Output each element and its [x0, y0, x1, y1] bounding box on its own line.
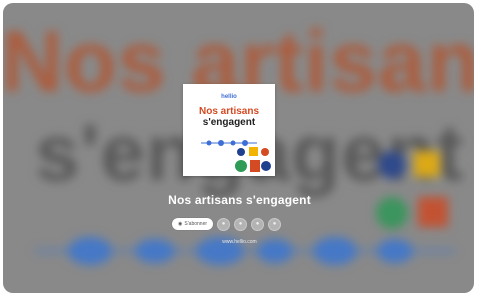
share-button-1[interactable]: ●	[217, 217, 231, 231]
player-controls: ◉ S'abonner ● ● ● ●	[172, 217, 282, 231]
share-icon: ●	[272, 221, 277, 227]
share-button-4[interactable]: ●	[268, 217, 282, 231]
cover-decoration	[235, 147, 271, 172]
share-button-2[interactable]: ●	[234, 217, 248, 231]
share-icon: ●	[221, 221, 226, 227]
share-button-3[interactable]: ●	[251, 217, 265, 231]
podcast-cover[interactable]: hellio Nos artisans s'engagent	[183, 84, 275, 176]
cover-title-line1: Nos artisans	[198, 106, 260, 117]
subscribe-label: S'abonner	[184, 221, 208, 227]
website-link[interactable]: www.hellio.com	[0, 239, 479, 245]
episode-title: Nos artisans s'engagent	[168, 193, 311, 207]
rss-icon: ◉	[178, 221, 183, 227]
cover-title-line2: s'engagent	[202, 117, 256, 128]
share-icon: ●	[255, 221, 260, 227]
brand-logo: hellio	[221, 94, 237, 100]
cover-title: Nos artisans s'engagent	[187, 106, 271, 128]
subscribe-button[interactable]: ◉ S'abonner	[172, 218, 214, 230]
share-icon: ●	[238, 221, 243, 227]
